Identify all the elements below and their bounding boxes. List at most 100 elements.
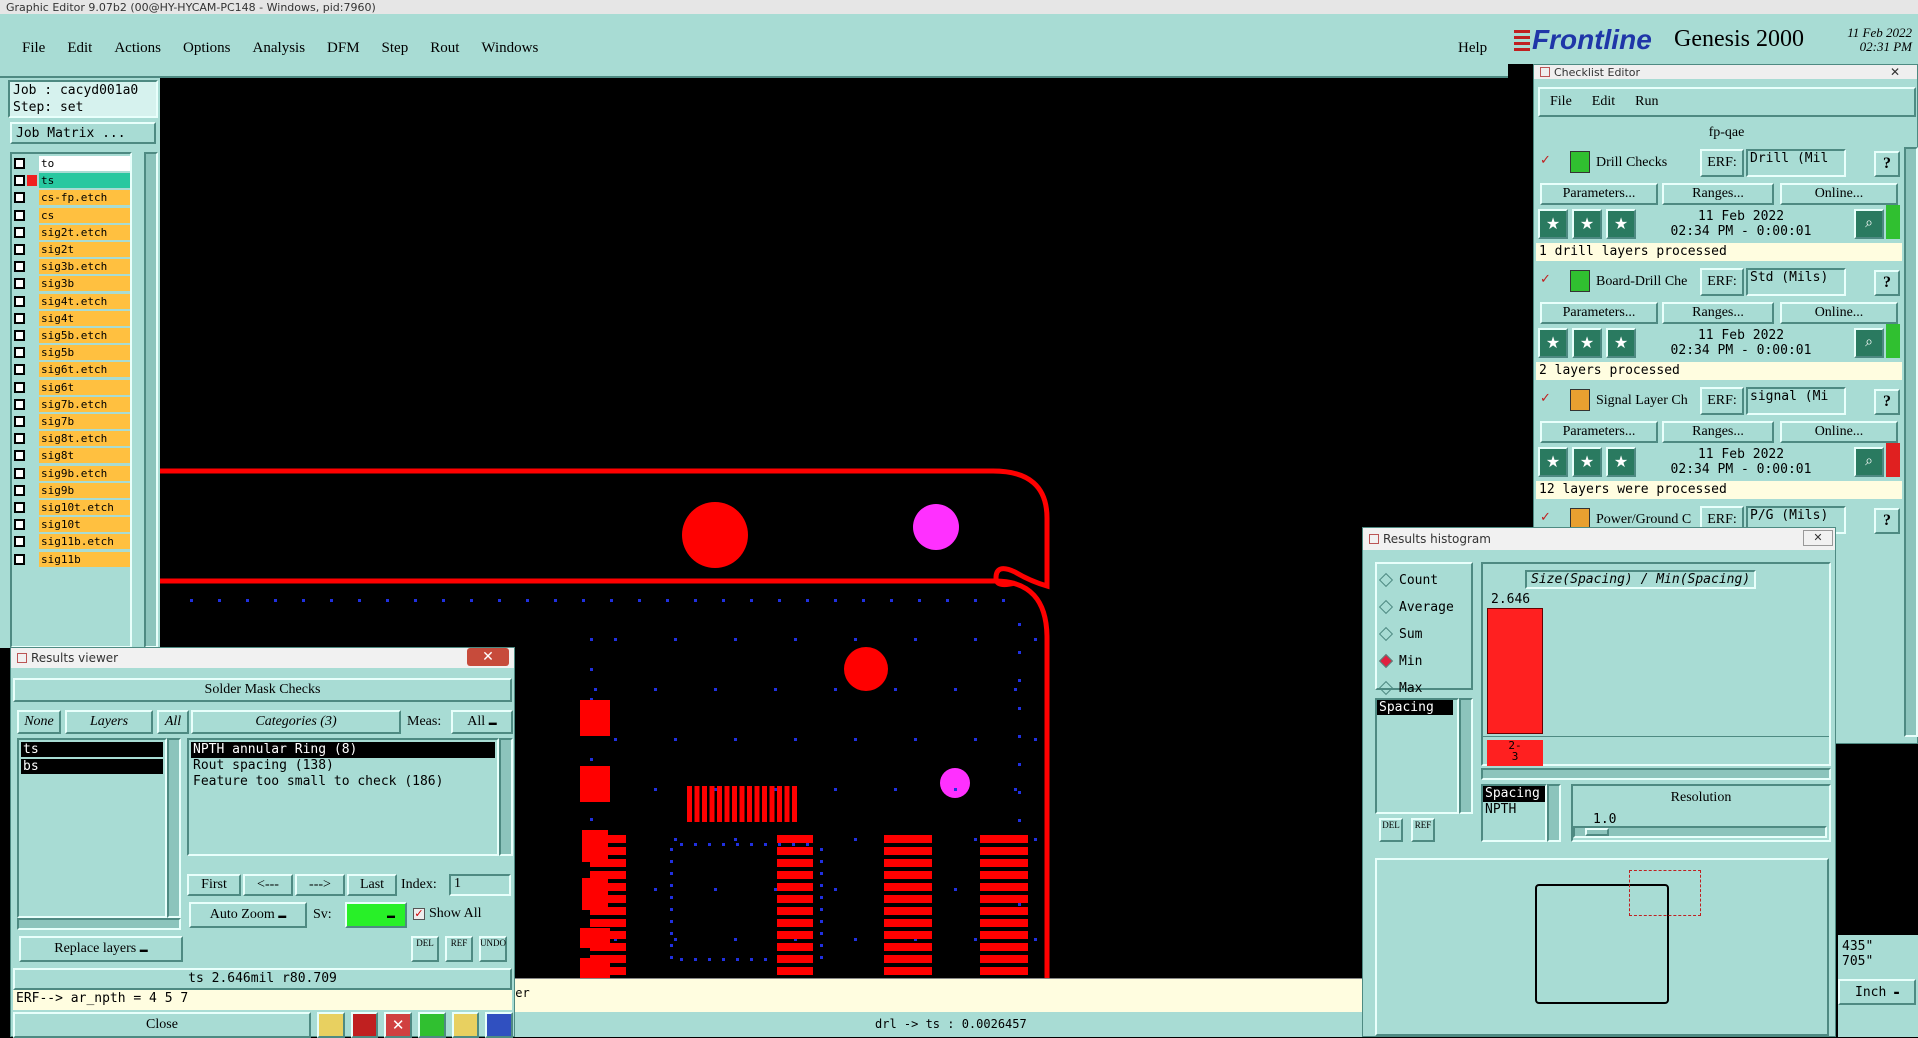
- zoom-icon[interactable]: ⌕: [1854, 447, 1884, 477]
- layer-checkbox[interactable]: [14, 347, 25, 359]
- option-min[interactable]: Min: [1378, 651, 1422, 671]
- radio-icon[interactable]: [1378, 572, 1394, 588]
- enabled-checkbox[interactable]: ✓: [1540, 153, 1551, 168]
- layer-checkbox[interactable]: [14, 226, 25, 238]
- checklist-menu-edit[interactable]: Edit: [1592, 94, 1615, 110]
- run-step-icon[interactable]: ★: [1606, 209, 1636, 239]
- del-button[interactable]: DEL: [1379, 818, 1403, 842]
- enabled-checkbox[interactable]: ✓: [1540, 272, 1551, 287]
- layer-row[interactable]: sig6t: [12, 379, 130, 395]
- results-layer-item[interactable]: ts: [21, 742, 163, 757]
- online-button[interactable]: Online...: [1780, 421, 1898, 443]
- checklist-menu-file[interactable]: File: [1550, 94, 1572, 110]
- layer-checkbox[interactable]: [14, 484, 25, 496]
- layer-row[interactable]: sig7b.etch: [12, 396, 130, 412]
- layer-row[interactable]: sig2t: [12, 242, 130, 257]
- units-select[interactable]: Inch ▬: [1838, 979, 1916, 1005]
- zoom-icon[interactable]: ⌕: [1854, 209, 1884, 239]
- layer-checkbox[interactable]: [14, 295, 25, 307]
- layer-checkbox[interactable]: [14, 450, 25, 462]
- legend-item-spacing[interactable]: Spacing: [1483, 786, 1545, 802]
- layer-list-hscroll[interactable]: [17, 918, 181, 930]
- tool-a-icon[interactable]: [317, 1012, 345, 1038]
- radio-icon[interactable]: [1378, 599, 1394, 615]
- layer-checkbox[interactable]: [14, 175, 25, 187]
- option-max[interactable]: Max: [1378, 678, 1422, 698]
- layer-row[interactable]: sig2t.etch: [12, 224, 130, 240]
- run-all-icon[interactable]: ★: [1572, 447, 1602, 477]
- params-button[interactable]: Parameters...: [1540, 183, 1658, 205]
- job-matrix-button[interactable]: Job Matrix ...: [10, 122, 156, 144]
- menu-edit[interactable]: Edit: [67, 40, 92, 57]
- params-button[interactable]: Parameters...: [1540, 302, 1658, 324]
- help-icon[interactable]: ?: [1874, 151, 1900, 177]
- results-layer-item[interactable]: bs: [21, 759, 163, 774]
- layer-checkbox[interactable]: [14, 261, 25, 273]
- layer-row[interactable]: sig4t: [12, 310, 130, 326]
- layer-checkbox[interactable]: [14, 244, 25, 255]
- layer-list-scrollbar[interactable]: [167, 738, 181, 918]
- category-item[interactable]: Rout spacing (138): [191, 758, 495, 774]
- menu-rout[interactable]: Rout: [430, 40, 459, 57]
- layer-checkbox[interactable]: [14, 381, 25, 393]
- run-icon[interactable]: ★: [1538, 209, 1568, 239]
- erf-value[interactable]: Drill (Mil: [1746, 149, 1846, 177]
- run-step-icon[interactable]: ★: [1606, 328, 1636, 358]
- erf-value[interactable]: Std (Mils): [1746, 268, 1846, 296]
- run-icon[interactable]: ★: [1538, 447, 1568, 477]
- histogram-bar[interactable]: [1487, 608, 1543, 734]
- category-item[interactable]: NPTH annular Ring (8): [191, 742, 495, 758]
- enabled-checkbox[interactable]: ✓: [1540, 510, 1551, 525]
- ranges-button[interactable]: Ranges...: [1662, 302, 1774, 324]
- layer-row[interactable]: ts: [12, 173, 130, 189]
- help-icon[interactable]: ?: [1874, 270, 1900, 296]
- histogram-icon[interactable]: [485, 1012, 514, 1038]
- layer-checkbox[interactable]: [14, 467, 25, 479]
- menu-step[interactable]: Step: [382, 40, 409, 57]
- online-button[interactable]: Online...: [1780, 302, 1898, 324]
- layer-row[interactable]: sig5b: [12, 345, 130, 361]
- layer-checkbox[interactable]: [14, 278, 25, 290]
- layer-row[interactable]: sig3b: [12, 276, 130, 292]
- legend-scrollbar[interactable]: [1547, 784, 1561, 842]
- checklist-menu-run[interactable]: Run: [1635, 94, 1658, 110]
- undo-button[interactable]: UNDO: [479, 936, 507, 962]
- layer-checkbox[interactable]: [14, 158, 25, 169]
- layers-button[interactable]: Layers: [65, 710, 153, 734]
- report-icon[interactable]: [451, 1012, 480, 1038]
- layer-checkbox[interactable]: [14, 398, 25, 410]
- run-icon[interactable]: ★: [1538, 328, 1568, 358]
- radio-icon[interactable]: [1378, 680, 1394, 696]
- sv-color-select[interactable]: ▬: [345, 902, 407, 928]
- erf-value[interactable]: signal (Mi: [1746, 387, 1846, 415]
- menu-file[interactable]: File: [22, 40, 45, 57]
- layer-checkbox[interactable]: [14, 192, 25, 204]
- layer-row[interactable]: sig10t: [12, 517, 130, 533]
- close-icon[interactable]: ✕: [1803, 530, 1833, 546]
- params-button[interactable]: Parameters...: [1540, 421, 1658, 443]
- radio-icon[interactable]: [1378, 626, 1394, 642]
- next-button[interactable]: --->: [295, 874, 345, 896]
- layer-row[interactable]: sig10t.etch: [12, 500, 130, 515]
- field-list-scrollbar[interactable]: [1459, 698, 1473, 814]
- help-menu[interactable]: Help: [1458, 40, 1487, 57]
- view-window[interactable]: [1629, 870, 1701, 916]
- layer-row[interactable]: sig11b: [12, 551, 130, 567]
- help-icon[interactable]: ?: [1874, 508, 1900, 534]
- category-item[interactable]: Feature too small to check (186): [191, 774, 495, 790]
- layer-row[interactable]: sig5b.etch: [12, 328, 130, 343]
- layer-checkbox[interactable]: [14, 209, 25, 221]
- ref-button[interactable]: REF: [445, 936, 473, 962]
- enabled-checkbox[interactable]: ✓: [1540, 391, 1551, 406]
- layer-row[interactable]: sig7b: [12, 414, 130, 429]
- layer-checkbox[interactable]: [14, 536, 25, 548]
- layer-checkbox[interactable]: [14, 330, 25, 341]
- menu-analysis[interactable]: Analysis: [253, 40, 306, 57]
- tool-d-icon[interactable]: [418, 1012, 446, 1038]
- chart-hscroll[interactable]: [1481, 768, 1831, 780]
- menu-options[interactable]: Options: [183, 40, 231, 57]
- layer-list-scrollbar[interactable]: [144, 152, 158, 648]
- field-list-item[interactable]: Spacing: [1377, 700, 1453, 715]
- run-all-icon[interactable]: ★: [1572, 328, 1602, 358]
- menu-actions[interactable]: Actions: [114, 40, 161, 57]
